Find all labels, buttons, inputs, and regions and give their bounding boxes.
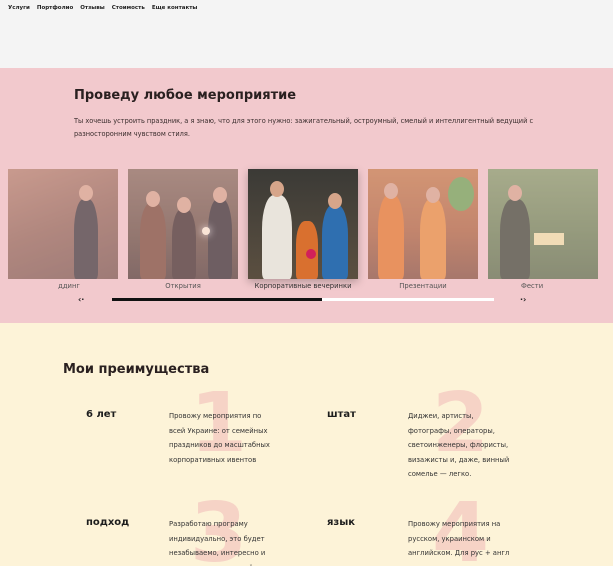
advantage-text: Провожу мероприятия по всей Украине: от …: [169, 412, 270, 464]
carousel-progress-fill: [112, 298, 323, 301]
nav-links: Услуги Портфолио Отзывы Стоимость Еще ко…: [8, 5, 197, 11]
nav-link-services[interactable]: Услуги: [8, 5, 30, 11]
advantage-title: 6 лет: [86, 409, 117, 420]
slide-caption: Фести: [521, 282, 544, 290]
carousel-slide-openings[interactable]: Открытия: [128, 169, 238, 290]
slide-photo: [488, 169, 598, 279]
top-navigation: Услуги Портфолио Отзывы Стоимость Еще ко…: [0, 0, 613, 68]
nav-link-pricing[interactable]: Стоимость: [112, 5, 145, 11]
slide-caption: Презентации: [399, 282, 447, 290]
advantage-text: Диджеи, артисты, фотографы, операторы, с…: [408, 412, 510, 478]
carousel-slide-corporate[interactable]: Корпоративные вечеринки: [248, 169, 358, 290]
advantage-text: Разработаю програму индивидуально, это б…: [169, 520, 266, 566]
events-carousel[interactable]: ддинг Открытия Корпоративные вечеринки П…: [0, 169, 613, 299]
nav-link-portfolio[interactable]: Портфолио: [37, 5, 73, 11]
carousel-next-arrow-icon[interactable]: ·›: [520, 295, 526, 304]
advantage-text: Провожу мероприятия на русском, украинск…: [408, 520, 510, 566]
carousel-slide-festivals[interactable]: Фести: [488, 169, 598, 290]
events-intro: Ты хочешь устроить праздник, а я знаю, ч…: [74, 117, 534, 138]
carousel-progress-bar[interactable]: [112, 298, 494, 301]
slide-photo: [8, 169, 118, 279]
advantage-title: штат: [327, 409, 356, 420]
events-section: Проведу любое мероприятие Ты хочешь устр…: [0, 68, 613, 323]
advantages-title: Мои преимущества: [63, 362, 210, 377]
slide-caption: ддинг: [58, 282, 80, 290]
slide-photo: [128, 169, 238, 279]
advantage-title: подход: [86, 517, 130, 528]
nav-link-reviews[interactable]: Отзывы: [80, 5, 105, 11]
carousel-slide-presentations[interactable]: Презентации: [368, 169, 478, 290]
carousel-slide-wedding[interactable]: ддинг: [8, 169, 118, 290]
nav-link-contacts[interactable]: Еще контакты: [152, 5, 198, 11]
advantage-title: язык: [327, 517, 356, 528]
slide-photo: [368, 169, 478, 279]
advantages-section: Мои преимущества 1 2 3 4 6 лет Провожу м…: [0, 323, 613, 566]
events-title: Проведу любое мероприятие: [74, 88, 297, 103]
slide-caption: Открытия: [165, 282, 201, 290]
slide-caption: Корпоративные вечеринки: [254, 282, 352, 290]
slide-photo: [248, 169, 358, 279]
carousel-prev-arrow-icon[interactable]: ‹·: [78, 295, 84, 304]
